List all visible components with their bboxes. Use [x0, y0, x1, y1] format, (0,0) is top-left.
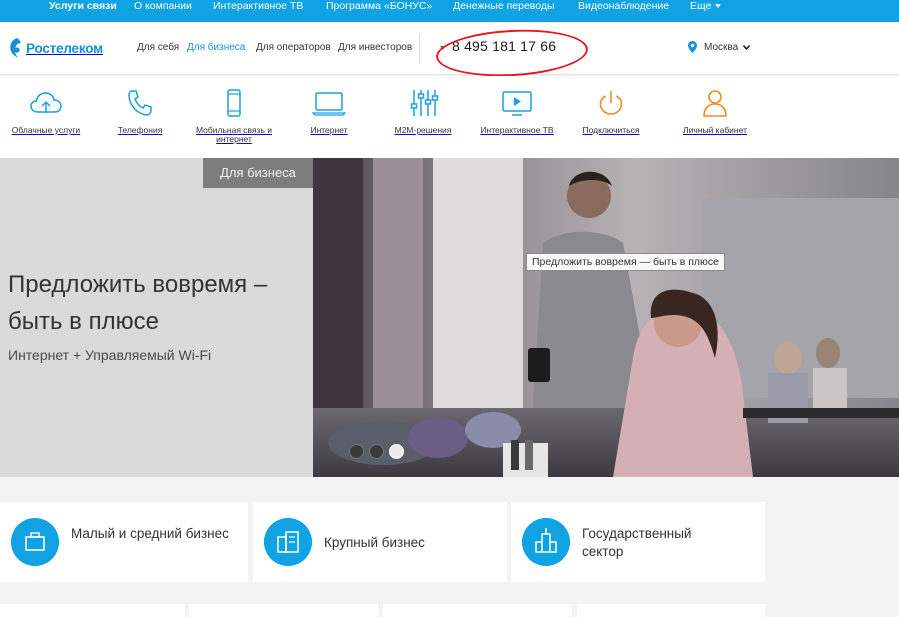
caret-down-icon — [440, 46, 446, 50]
service-label: Интернет — [310, 125, 348, 135]
phone-icon — [128, 90, 152, 116]
rostelecom-logo[interactable]: Ростелеком — [8, 35, 103, 61]
service-internet[interactable]: Интернет — [298, 88, 360, 135]
nav-for-investors[interactable]: Для инвесторов — [338, 42, 412, 53]
location-pin-icon — [688, 41, 697, 53]
service-personal-account[interactable]: Личный кабинет — [678, 88, 752, 135]
city-name: Москва — [704, 41, 739, 53]
phone-number: 8 495 181 17 66 — [452, 38, 557, 54]
service-m2m[interactable]: M2M-решения — [388, 88, 458, 135]
hero-photo — [313, 158, 899, 477]
service-label: Мобильная связь и интернет — [195, 125, 272, 144]
nav-for-business[interactable]: Для бизнеса — [187, 42, 245, 53]
segment-card-small-business[interactable]: Малый и средний бизнес — [0, 502, 248, 582]
service-label: Подключиться — [582, 125, 640, 135]
briefcase-icon — [11, 518, 59, 566]
topbar-more-label: Еще — [690, 0, 712, 12]
cloud-upload-icon — [30, 92, 62, 113]
chevron-down-icon — [743, 44, 751, 50]
service-telephony[interactable]: Телефония — [110, 88, 170, 135]
next-row-card-2 — [189, 604, 378, 617]
top-service-bar: Услуги связи О компании Интерактивное ТВ… — [0, 0, 899, 22]
next-row-card-3 — [383, 604, 572, 617]
service-label: Облачные услуги — [11, 125, 81, 135]
city-selector[interactable]: Москва — [688, 41, 751, 53]
segment-label: Малый и средний бизнес — [71, 526, 229, 541]
nav-for-operators[interactable]: Для операторов — [256, 42, 331, 53]
mobile-phone-icon — [227, 89, 241, 117]
nav-for-self[interactable]: Для себя — [137, 42, 179, 53]
next-row-card-1 — [0, 604, 185, 617]
service-mobile[interactable]: Мобильная связь и интернет — [188, 88, 280, 144]
government-building-icon — [522, 518, 570, 566]
tv-play-icon — [502, 91, 532, 116]
logo-text: Ростелеком — [26, 40, 103, 56]
phone-number-link[interactable]: 8 495 181 17 66 — [440, 38, 556, 54]
hero-title: Предложить вовремя – быть в плюсе — [8, 271, 268, 335]
hero-banner[interactable]: Для бизнеса Предложить вовремя – быть в … — [0, 158, 899, 477]
next-row-card-4 — [577, 604, 765, 617]
user-icon — [703, 90, 727, 117]
service-label: M2M-решения — [394, 125, 452, 135]
hero-tooltip: Предложить вовремя — быть в плюсе — [526, 253, 726, 271]
topbar-link-about[interactable]: О компании — [134, 0, 192, 13]
carousel-dot-2[interactable] — [369, 444, 384, 459]
segment-card-government[interactable]: Государственный сектор — [511, 502, 765, 582]
header-divider — [419, 34, 420, 64]
sliders-icon — [410, 90, 439, 116]
topbar-link-interactive-tv[interactable]: Интерактивное ТВ — [213, 0, 303, 13]
power-icon — [599, 91, 623, 115]
topbar-link-services[interactable]: Услуги связи — [49, 0, 117, 13]
segment-label: Государственный сектор — [582, 526, 692, 559]
service-label: Телефония — [117, 125, 163, 135]
segment-label: Крупный бизнес — [324, 535, 425, 550]
topbar-link-money-transfers[interactable]: Денежные переводы — [453, 0, 555, 13]
carousel-dots — [349, 444, 404, 459]
topbar-link-video-surveillance[interactable]: Видеонаблюдение — [578, 0, 669, 13]
service-label: Интерактивное ТВ — [480, 125, 554, 135]
rostelecom-logo-icon — [10, 38, 21, 58]
service-label: Личный кабинет — [683, 125, 747, 135]
carousel-dot-3[interactable] — [389, 444, 404, 459]
laptop-icon — [312, 92, 346, 116]
topbar-link-bonus[interactable]: Программа «БОНУС» — [326, 0, 432, 13]
site-header: Ростелеком Для себя Для бизнеса Для опер… — [0, 22, 899, 75]
caret-down-icon — [715, 4, 722, 8]
topbar-more-menu[interactable]: Еще — [690, 0, 722, 13]
services-menu: Облачные услуги Телефония Мобильная связ… — [0, 76, 899, 158]
buildings-icon — [264, 518, 312, 566]
service-interactive-tv[interactable]: Интерактивное ТВ — [476, 88, 558, 135]
service-connect[interactable]: Подключиться — [578, 88, 644, 135]
service-cloud[interactable]: Облачные услуги — [6, 88, 86, 135]
carousel-dot-1[interactable] — [349, 444, 364, 459]
hero-category-badge: Для бизнеса — [203, 158, 313, 188]
segment-card-large-business[interactable]: Крупный бизнес — [253, 502, 507, 582]
hero-subtitle: Интернет + Управляемый Wi-Fi — [8, 347, 212, 363]
business-segments: Малый и средний бизнес Крупный бизнес Го… — [0, 502, 899, 582]
